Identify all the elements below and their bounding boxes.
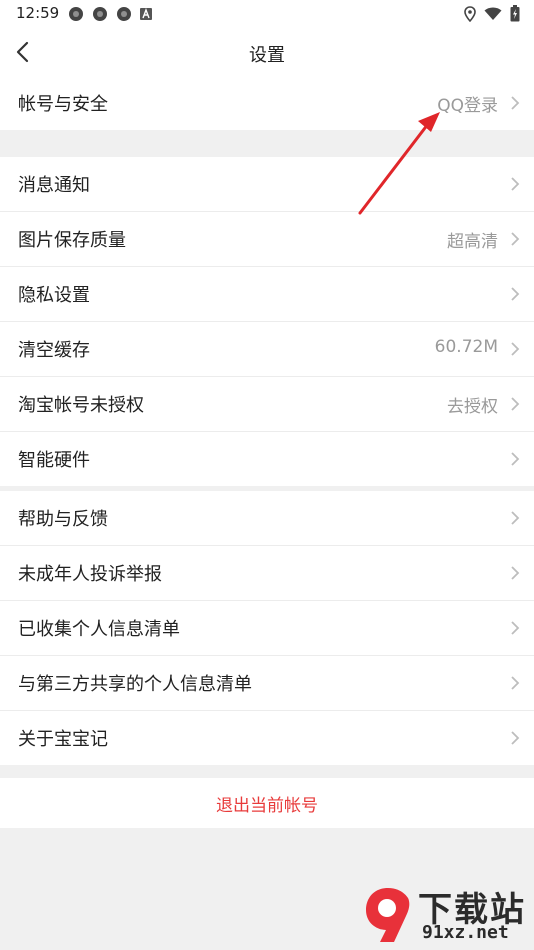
settings-item-privacy[interactable]: 隐私设置: [0, 267, 534, 322]
chevron-right-icon: [511, 566, 520, 580]
chevron-right-icon: [511, 96, 520, 110]
settings-item-image-quality[interactable]: 图片保存质量 超高清: [0, 212, 534, 267]
app-notification-icon: [69, 7, 83, 21]
settings-item-help-feedback[interactable]: 帮助与反馈: [0, 491, 534, 546]
chevron-right-icon: [511, 177, 520, 191]
settings-item-smart-hardware[interactable]: 智能硬件: [0, 432, 534, 486]
settings-item-minor-report[interactable]: 未成年人投诉举报: [0, 546, 534, 601]
chevron-right-icon: [511, 731, 520, 745]
chevron-right-icon: [511, 621, 520, 635]
settings-item-label: 与第三方共享的个人信息清单: [18, 674, 252, 695]
watermark-logo: [366, 888, 410, 942]
settings-item-value: 60.72M: [434, 337, 498, 357]
a-badge-icon: [140, 8, 152, 20]
settings-item-value: 超高清: [447, 232, 498, 252]
settings-item-label: 淘宝帐号未授权: [18, 395, 144, 416]
status-icons-right: [464, 5, 520, 22]
status-time: 12:59: [16, 4, 60, 22]
logout-label: 退出当前帐号: [216, 795, 318, 816]
settings-item-taobao-auth[interactable]: 淘宝帐号未授权 去授权: [0, 377, 534, 432]
settings-item-label: 帮助与反馈: [18, 509, 108, 530]
nav-bar: 设置: [0, 28, 534, 76]
settings-group-general: 消息通知 图片保存质量 超高清 隐私设置 清空缓存 60.72M 淘宝帐号未授权…: [0, 157, 534, 486]
settings-item-label: 已收集个人信息清单: [18, 619, 180, 640]
chevron-right-icon: [511, 397, 520, 411]
settings-item-label: 消息通知: [18, 175, 90, 196]
battery-icon: [510, 5, 520, 22]
chevron-right-icon: [511, 287, 520, 301]
status-bar: 12:59: [0, 0, 534, 28]
settings-group-about: 帮助与反馈 未成年人投诉举报 已收集个人信息清单 与第三方共享的个人信息清单 关…: [0, 491, 534, 765]
settings-item-value: QQ登录: [437, 96, 498, 116]
chevron-right-icon: [511, 511, 520, 525]
settings-group-account: 帐号与安全 QQ登录: [0, 76, 534, 130]
chevron-right-icon: [511, 452, 520, 466]
app-notification-icon: [117, 7, 131, 21]
settings-item-label: 关于宝宝记: [18, 729, 108, 750]
settings-item-label: 未成年人投诉举报: [18, 564, 162, 585]
settings-item-label: 帐号与安全: [18, 94, 108, 115]
settings-item-value: 去授权: [447, 397, 498, 417]
logout-button[interactable]: 退出当前帐号: [0, 778, 534, 828]
page-title: 设置: [249, 45, 285, 66]
chevron-right-icon: [511, 232, 520, 246]
settings-item-collected-info[interactable]: 已收集个人信息清单: [0, 601, 534, 656]
settings-item-label: 图片保存质量: [18, 230, 126, 251]
settings-item-notifications[interactable]: 消息通知: [0, 157, 534, 212]
app-notification-icon: [93, 7, 107, 21]
status-icons-left: [68, 6, 152, 22]
settings-item-about[interactable]: 关于宝宝记: [0, 711, 534, 765]
location-icon: [464, 5, 476, 22]
settings-item-label: 智能硬件: [18, 450, 90, 471]
watermark: 下载站 91xz.net: [360, 882, 528, 946]
settings-item-account-security[interactable]: 帐号与安全 QQ登录: [0, 76, 534, 130]
settings-item-third-party-info[interactable]: 与第三方共享的个人信息清单: [0, 656, 534, 711]
chevron-right-icon: [511, 342, 520, 356]
settings-item-label: 隐私设置: [18, 285, 90, 306]
settings-item-clear-cache[interactable]: 清空缓存 60.72M: [0, 322, 534, 377]
settings-item-label: 清空缓存: [18, 340, 90, 361]
watermark-url: 91xz.net: [422, 922, 509, 943]
wifi-icon: [484, 7, 502, 20]
chevron-right-icon: [511, 676, 520, 690]
